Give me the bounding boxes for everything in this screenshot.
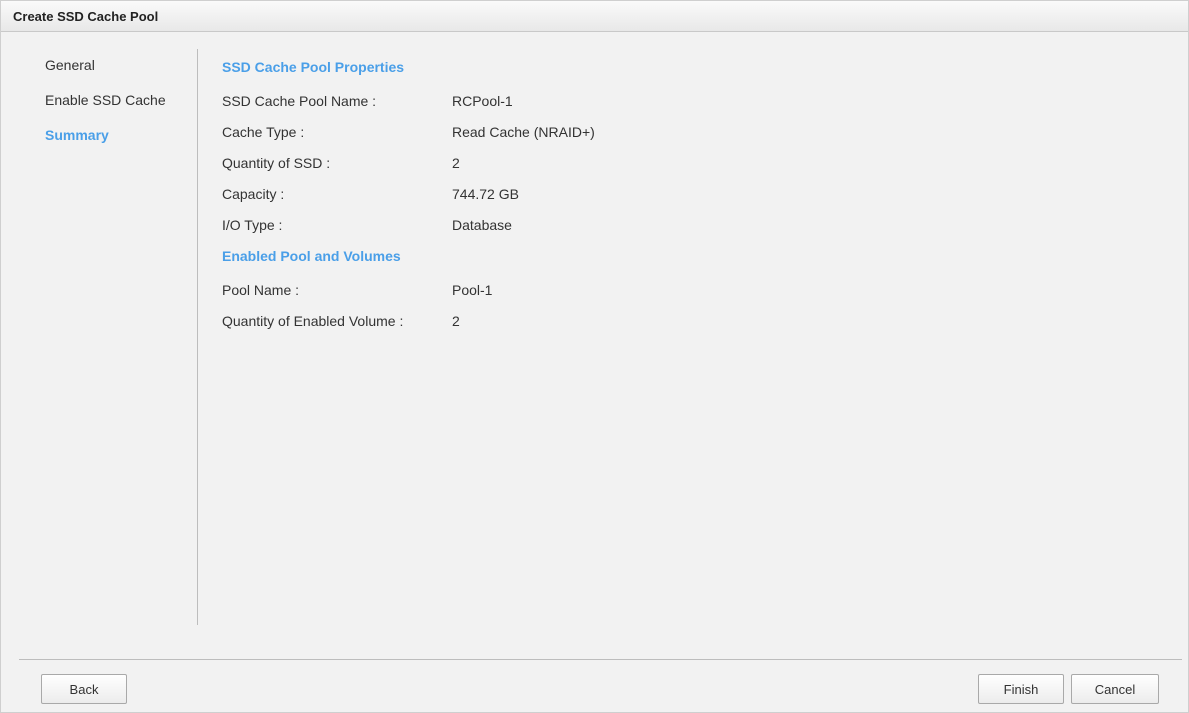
enabled-row-pool-name: Pool Name : Pool-1 xyxy=(222,282,1122,302)
property-value: 744.72 GB xyxy=(452,186,519,202)
create-ssd-cache-pool-dialog: Create SSD Cache Pool General Enable SSD… xyxy=(0,0,1189,713)
enabled-section-title: Enabled Pool and Volumes xyxy=(222,248,401,264)
property-row-cache-type: Cache Type : Read Cache (NRAID+) xyxy=(222,124,1122,144)
property-value: Pool-1 xyxy=(452,282,493,298)
property-label: SSD Cache Pool Name : xyxy=(222,93,377,109)
dialog-title: Create SSD Cache Pool xyxy=(13,9,159,24)
property-label: Pool Name : xyxy=(222,282,300,298)
back-button[interactable]: Back xyxy=(41,674,127,704)
property-row-io-type: I/O Type : Database xyxy=(222,217,1122,237)
property-row-pool-name: SSD Cache Pool Name : RCPool-1 xyxy=(222,93,1122,113)
step-enable-ssd-cache[interactable]: Enable SSD Cache xyxy=(45,92,195,112)
cancel-button[interactable]: Cancel xyxy=(1071,674,1159,704)
wizard-steps-nav: General Enable SSD Cache Summary xyxy=(45,57,195,162)
property-label: Capacity : xyxy=(222,186,285,202)
footer-divider xyxy=(19,659,1182,660)
step-summary[interactable]: Summary xyxy=(45,127,195,147)
property-value: Read Cache (NRAID+) xyxy=(452,124,595,140)
enabled-row-volume-quantity: Quantity of Enabled Volume : 2 xyxy=(222,313,1122,333)
dialog-titlebar: Create SSD Cache Pool xyxy=(1,1,1188,32)
property-value: 2 xyxy=(452,155,460,171)
property-row-quantity-ssd: Quantity of SSD : 2 xyxy=(222,155,1122,175)
property-label: Quantity of Enabled Volume : xyxy=(222,313,404,329)
property-row-capacity: Capacity : 744.72 GB xyxy=(222,186,1122,206)
property-value: RCPool-1 xyxy=(452,93,513,109)
property-value: 2 xyxy=(452,313,460,329)
vertical-divider xyxy=(197,49,198,625)
property-value: Database xyxy=(452,217,512,233)
properties-section-title: SSD Cache Pool Properties xyxy=(222,59,405,75)
summary-content: SSD Cache Pool Properties SSD Cache Pool… xyxy=(222,59,1122,344)
property-label: Quantity of SSD : xyxy=(222,155,331,171)
finish-button[interactable]: Finish xyxy=(978,674,1064,704)
property-label: I/O Type : xyxy=(222,217,283,233)
step-general[interactable]: General xyxy=(45,57,195,77)
property-label: Cache Type : xyxy=(222,124,305,140)
